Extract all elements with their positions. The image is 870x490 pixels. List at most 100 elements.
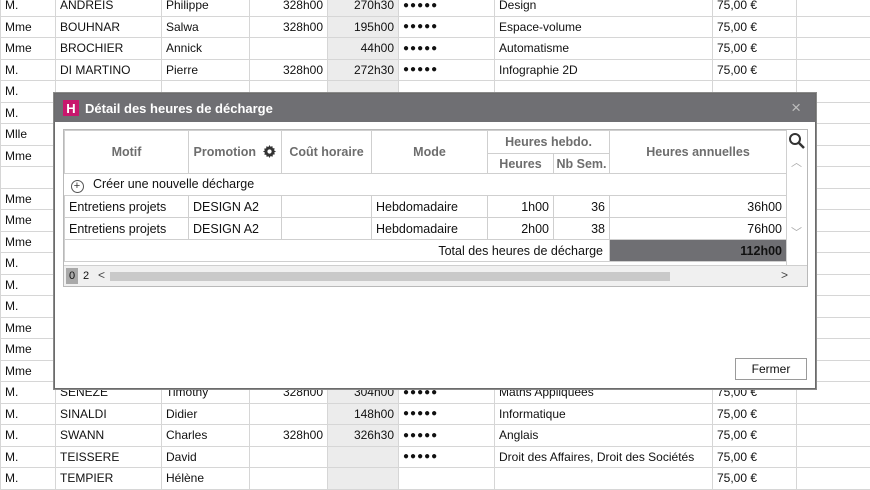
arrow-right-icon[interactable]: > bbox=[781, 268, 788, 282]
cell-civility[interactable]: Mme bbox=[1, 145, 56, 167]
cell-civility[interactable]: Mlle bbox=[1, 124, 56, 146]
cell-hours-done[interactable]: 272h30 bbox=[328, 59, 399, 81]
cell-cout[interactable] bbox=[282, 218, 372, 240]
cell-rate[interactable]: 75,00 € bbox=[713, 59, 797, 81]
cell-civility[interactable]: M. bbox=[1, 81, 56, 103]
cell-rating[interactable]: ●●●●● bbox=[399, 38, 495, 60]
cell-rate[interactable]: 75,00 € bbox=[713, 403, 797, 425]
cell-lastname[interactable]: SINALDI bbox=[56, 403, 162, 425]
cell-nbsem[interactable]: 36 bbox=[554, 196, 610, 218]
cell-civility[interactable]: M. bbox=[1, 425, 56, 447]
cell-civility[interactable]: M. bbox=[1, 296, 56, 318]
search-icon[interactable] bbox=[788, 132, 806, 150]
cell-civility[interactable]: Mme bbox=[1, 16, 56, 38]
vertical-scrollbar[interactable]: ︿ ﹀ bbox=[786, 130, 807, 265]
cell-hours-max[interactable]: 328h00 bbox=[250, 16, 328, 38]
cell-civility[interactable]: M. bbox=[1, 0, 56, 16]
cell-hours-max[interactable] bbox=[250, 446, 328, 468]
col-header-motif[interactable]: Motif bbox=[65, 131, 189, 174]
cell-lastname[interactable]: TEISSERE bbox=[56, 446, 162, 468]
cell-firstname[interactable]: Philippe bbox=[162, 0, 250, 16]
cell-promotion[interactable]: DESIGN A2 bbox=[189, 218, 282, 240]
cell-empty[interactable] bbox=[797, 16, 870, 38]
cell-civility[interactable]: M. bbox=[1, 446, 56, 468]
table-row[interactable]: Entretiens projets DESIGN A2 Hebdomadair… bbox=[65, 196, 787, 218]
chevron-down-icon[interactable]: ﹀ bbox=[791, 224, 802, 240]
cell-firstname[interactable]: Salwa bbox=[162, 16, 250, 38]
horizontal-scrollbar[interactable]: < > bbox=[98, 269, 788, 283]
cell-hours-done[interactable]: 270h30 bbox=[328, 0, 399, 16]
page-0[interactable]: 0 bbox=[66, 268, 78, 284]
col-header-heures[interactable]: Heures bbox=[488, 154, 554, 174]
cell-nbsem[interactable]: 38 bbox=[554, 218, 610, 240]
table-row[interactable]: M.DI MARTINOPierre328h00272h30●●●●●Infog… bbox=[1, 59, 870, 81]
cell-subject[interactable]: Droit des Affaires, Droit des Sociétés bbox=[495, 446, 713, 468]
cell-mode[interactable]: Hebdomadaire bbox=[372, 218, 488, 240]
cell-motif[interactable]: Entretiens projets bbox=[65, 218, 189, 240]
cell-rate[interactable]: 75,00 € bbox=[713, 425, 797, 447]
cell-civility[interactable]: M. bbox=[1, 274, 56, 296]
cell-civility[interactable]: Mme bbox=[1, 188, 56, 210]
cell-lastname[interactable]: BOUHNAR bbox=[56, 16, 162, 38]
cell-hours-done[interactable]: 326h30 bbox=[328, 425, 399, 447]
cell-firstname[interactable]: Pierre bbox=[162, 59, 250, 81]
cell-hours-done[interactable]: 195h00 bbox=[328, 16, 399, 38]
cell-civility[interactable]: Mme bbox=[1, 210, 56, 232]
cell-firstname[interactable]: Didier bbox=[162, 403, 250, 425]
cell-rating[interactable]: ●●●●● bbox=[399, 16, 495, 38]
cell-empty[interactable] bbox=[797, 0, 870, 16]
chevron-up-icon[interactable]: ︿ bbox=[791, 154, 802, 170]
table-row[interactable]: M.TEISSEREDavid ●●●●●Droit des Affaires, … bbox=[1, 446, 870, 468]
col-header-cout[interactable]: Coût horaire bbox=[282, 131, 372, 174]
cell-civility[interactable]: Mme bbox=[1, 317, 56, 339]
cell-empty[interactable] bbox=[797, 446, 870, 468]
cell-rating[interactable]: ●●●●● bbox=[399, 0, 495, 16]
cell-empty[interactable] bbox=[797, 403, 870, 425]
cell-civility[interactable]: M. bbox=[1, 382, 56, 404]
cell-firstname[interactable]: Annick bbox=[162, 38, 250, 60]
cell-rate[interactable]: 75,00 € bbox=[713, 38, 797, 60]
cell-rating[interactable]: ●●●●● bbox=[399, 446, 495, 468]
cell-promotion[interactable]: DESIGN A2 bbox=[189, 196, 282, 218]
table-row[interactable]: M.SINALDIDidier148h00●●●●●Informatique75… bbox=[1, 403, 870, 425]
cell-hours-done[interactable]: 148h00 bbox=[328, 403, 399, 425]
cell-lastname[interactable]: DI MARTINO bbox=[56, 59, 162, 81]
cell-subject[interactable]: Design bbox=[495, 0, 713, 16]
cell-rating[interactable]: ●●●●● bbox=[399, 425, 495, 447]
cell-lastname[interactable]: SWANN bbox=[56, 425, 162, 447]
cell-civility[interactable]: Mme bbox=[1, 231, 56, 253]
cell-empty[interactable] bbox=[797, 59, 870, 81]
col-header-promotion[interactable]: Promotion bbox=[189, 131, 282, 174]
cell-civility[interactable]: M. bbox=[1, 102, 56, 124]
cell-lastname[interactable]: BROCHIER bbox=[56, 38, 162, 60]
cell-mode[interactable]: Hebdomadaire bbox=[372, 196, 488, 218]
cell-subject[interactable]: Anglais bbox=[495, 425, 713, 447]
scroll-thumb[interactable] bbox=[110, 272, 670, 281]
cell-civility[interactable]: Mme bbox=[1, 38, 56, 60]
cell-civility[interactable]: Mme bbox=[1, 360, 56, 382]
cell-hours-max[interactable]: 328h00 bbox=[250, 425, 328, 447]
cell-hours-done[interactable] bbox=[328, 446, 399, 468]
col-header-annuelles[interactable]: Heures annuelles bbox=[610, 131, 787, 174]
page-2[interactable]: 2 bbox=[80, 268, 92, 284]
table-row[interactable]: M.SWANNCharles328h00326h30●●●●●Anglais75… bbox=[1, 425, 870, 447]
create-discharge-row[interactable]: + Créer une nouvelle décharge bbox=[65, 174, 787, 196]
cell-civility[interactable]: M. bbox=[1, 253, 56, 275]
table-row[interactable]: Entretiens projets DESIGN A2 Hebdomadair… bbox=[65, 218, 787, 240]
table-row[interactable]: MmeBOUHNARSalwa328h00195h00●●●●●Espace-v… bbox=[1, 16, 870, 38]
cell-subject[interactable]: Informatique bbox=[495, 403, 713, 425]
cell-subject[interactable]: Automatisme bbox=[495, 38, 713, 60]
table-row[interactable]: M.ANDREISPhilippe328h00270h30●●●●●Design… bbox=[1, 0, 870, 16]
cell-empty[interactable] bbox=[797, 38, 870, 60]
cell-hours-done[interactable]: 44h00 bbox=[328, 38, 399, 60]
cell-firstname[interactable]: David bbox=[162, 446, 250, 468]
cell-civility[interactable]: M. bbox=[1, 59, 56, 81]
cell-cout[interactable] bbox=[282, 196, 372, 218]
cell-rating[interactable]: ●●●●● bbox=[399, 403, 495, 425]
cell-hours-max[interactable] bbox=[250, 403, 328, 425]
cell-rate[interactable]: 75,00 € bbox=[713, 0, 797, 16]
cell-hours-max[interactable] bbox=[250, 38, 328, 60]
close-icon[interactable]: × bbox=[791, 98, 801, 118]
cell-rating[interactable]: ●●●●● bbox=[399, 59, 495, 81]
cell-civility[interactable]: Mme bbox=[1, 339, 56, 361]
